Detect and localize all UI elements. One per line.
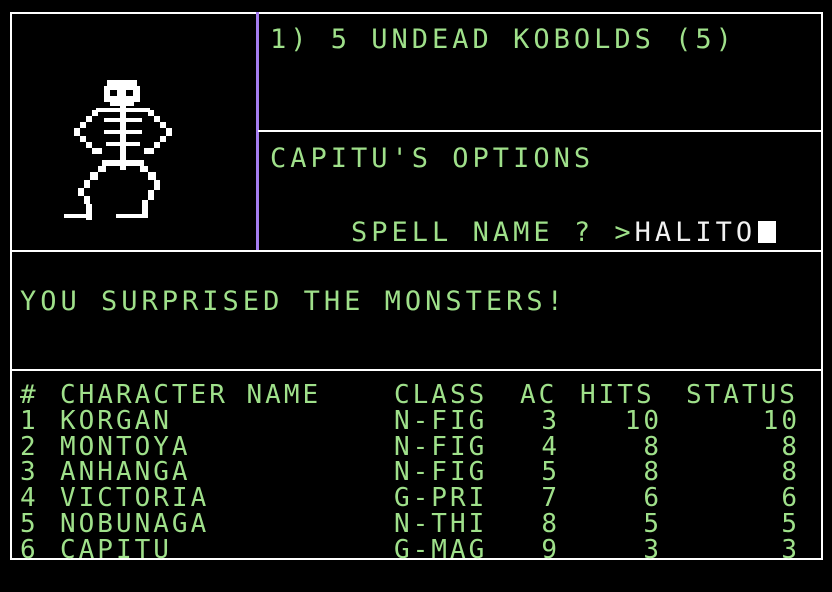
member-ac: 4 bbox=[541, 431, 560, 462]
member-num: 1 bbox=[20, 405, 39, 436]
party-roster: # CHARACTER NAME CLASS AC HITS STATUS 1K… bbox=[20, 380, 797, 565]
text-cursor bbox=[758, 221, 777, 243]
member-ac: 5 bbox=[541, 457, 560, 488]
member-ac: 9 bbox=[541, 534, 560, 565]
member-hits: 8 bbox=[643, 431, 662, 462]
member-status: 6 bbox=[781, 483, 800, 514]
options-title: CAPITU'S OPTIONS bbox=[270, 143, 595, 174]
party-member-row[interactable]: 4 VICTORIA G-PRI 7 6 6 bbox=[20, 483, 797, 514]
combat-message: YOU SURPRISED THE MONSTERS! bbox=[20, 286, 567, 317]
header-status: STATUS bbox=[686, 380, 798, 410]
member-status: 10 bbox=[762, 405, 800, 436]
member-status: 3 bbox=[781, 534, 800, 565]
spell-name-input[interactable]: HALITO bbox=[635, 217, 757, 248]
header-character-name: CHARACTER NAME bbox=[60, 380, 322, 410]
member-num: 3 bbox=[20, 457, 39, 488]
member-name: CAPITU bbox=[60, 534, 172, 565]
member-hits: 5 bbox=[643, 508, 662, 539]
party-member-row[interactable]: 1 KORGAN N-FIG 3 10 10 bbox=[20, 405, 797, 436]
member-num: 2 bbox=[20, 431, 39, 462]
member-hits: 10 bbox=[624, 405, 662, 436]
skeleton-icon bbox=[64, 80, 172, 220]
member-num: 5 bbox=[20, 508, 39, 539]
member-class: N-THI bbox=[394, 508, 488, 539]
party-member-row[interactable]: 6 CAPITU G-MAG 9 3 3 bbox=[20, 534, 797, 565]
member-hits: 6 bbox=[643, 483, 662, 514]
party-member-row[interactable]: 3 ANHANGA N-FIG 5 8 8 bbox=[20, 457, 797, 488]
member-class: N-FIG bbox=[394, 431, 488, 462]
member-name: NOBUNAGA bbox=[60, 508, 210, 539]
member-name: VICTORIA bbox=[60, 483, 210, 514]
member-status: 5 bbox=[781, 508, 800, 539]
monster-portrait bbox=[12, 14, 256, 250]
member-status: 8 bbox=[781, 431, 800, 462]
encounter-divider bbox=[258, 130, 822, 132]
roster-header-row: # CHARACTER NAME CLASS AC HITS STATUS bbox=[20, 380, 795, 410]
member-ac: 8 bbox=[541, 508, 560, 539]
member-name: KORGAN bbox=[60, 405, 172, 436]
member-class: G-PRI bbox=[394, 483, 488, 514]
member-class: N-FIG bbox=[394, 457, 488, 488]
header-hits: HITS bbox=[580, 380, 655, 410]
spell-prompt-line: SPELL NAME ? >HALITO bbox=[270, 192, 777, 273]
header-class: CLASS bbox=[394, 380, 488, 410]
party-member-row[interactable]: 2 MONTOYA N-FIG 4 8 8 bbox=[20, 431, 797, 462]
encounter-text: 1) 5 UNDEAD KOBOLDS (5) bbox=[270, 24, 736, 55]
member-name: MONTOYA bbox=[60, 431, 191, 462]
member-class: N-FIG bbox=[394, 405, 488, 436]
game-screen: 1) 5 UNDEAD KOBOLDS (5) CAPITU'S OPTIONS… bbox=[0, 0, 832, 571]
member-hits: 8 bbox=[643, 457, 662, 488]
member-hits: 3 bbox=[643, 534, 662, 565]
member-name: ANHANGA bbox=[60, 457, 191, 488]
party-member-row[interactable]: 5 NOBUNAGA N-THI 8 5 5 bbox=[20, 508, 797, 539]
member-class: G-MAG bbox=[394, 534, 488, 565]
member-status: 8 bbox=[781, 457, 800, 488]
member-num: 6 bbox=[20, 534, 39, 565]
message-divider bbox=[11, 369, 822, 371]
member-num: 4 bbox=[20, 483, 39, 514]
spell-prompt-label: SPELL NAME ? > bbox=[351, 217, 635, 248]
header-ac: AC bbox=[520, 380, 558, 410]
header-number: # bbox=[20, 380, 39, 410]
member-ac: 3 bbox=[541, 405, 560, 436]
member-ac: 7 bbox=[541, 483, 560, 514]
